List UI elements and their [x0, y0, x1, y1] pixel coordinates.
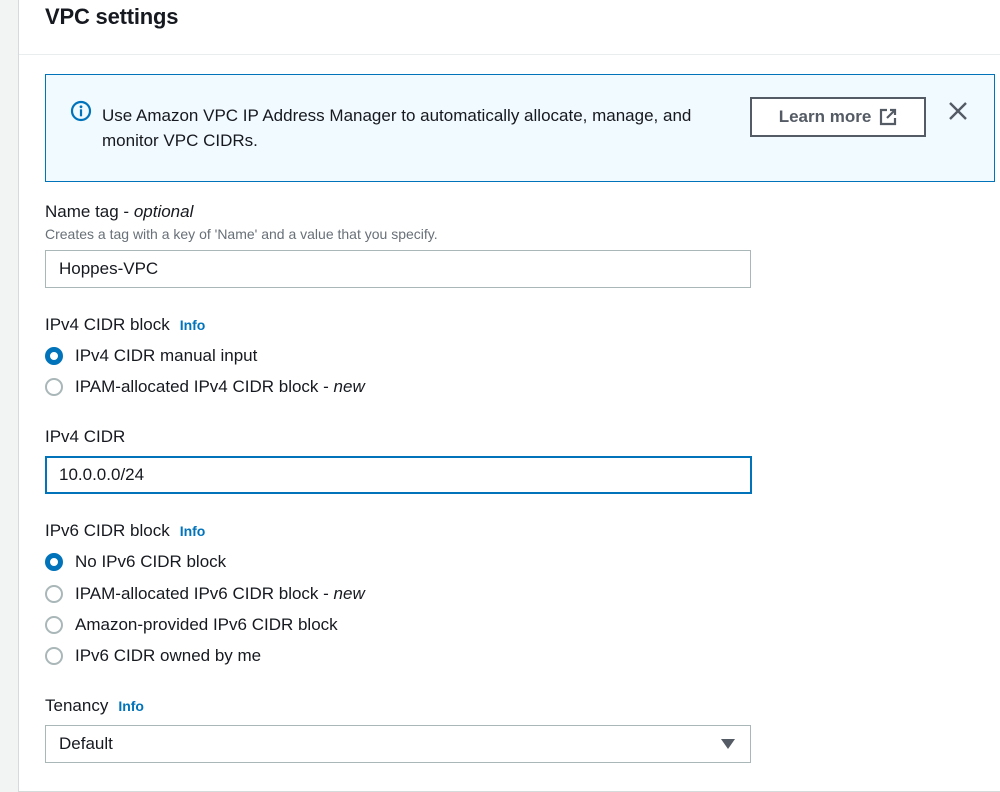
- radio-label: IPAM-allocated IPv4 CIDR block - new: [75, 377, 365, 396]
- name-tag-label: Name tag - optional: [45, 202, 193, 222]
- ipv6-block-label-text: IPv6 CIDR block: [45, 521, 170, 540]
- new-suffix: new: [333, 377, 365, 396]
- radio-label: IPv6 CIDR owned by me: [75, 646, 262, 665]
- tenancy-selected-value: Default: [59, 734, 113, 753]
- radio-label: No IPv6 CIDR block: [75, 552, 227, 571]
- alert-message: Use Amazon VPC IP Address Manager to aut…: [102, 106, 692, 150]
- radio-button-checked[interactable]: [45, 347, 63, 365]
- section-header: VPC settings: [19, 0, 1000, 55]
- radio-ipv6-ipam[interactable]: IPAM-allocated IPv6 CIDR block - new: [45, 582, 365, 606]
- tenancy-label-text: Tenancy: [45, 696, 109, 715]
- name-tag-label-text: Name tag: [45, 202, 119, 221]
- radio-label: IPAM-allocated IPv6 CIDR block - new: [75, 584, 365, 603]
- ipv6-block-label: IPv6 CIDR block Info: [45, 521, 205, 541]
- caret-down-icon: [721, 739, 735, 749]
- close-icon[interactable]: [946, 99, 970, 123]
- new-suffix: new: [333, 584, 365, 603]
- ipv4-block-info-link[interactable]: Info: [180, 317, 206, 333]
- learn-more-button[interactable]: Learn more: [750, 97, 926, 137]
- ipam-info-alert: Use Amazon VPC IP Address Manager to aut…: [45, 74, 995, 182]
- tenancy-select[interactable]: Default: [45, 725, 751, 763]
- ipv4-cidr-label: IPv4 CIDR: [45, 427, 126, 446]
- radio-ipv4-ipam[interactable]: IPAM-allocated IPv4 CIDR block - new: [45, 375, 365, 399]
- name-tag-separator: -: [118, 202, 134, 221]
- radio-button[interactable]: [45, 647, 63, 665]
- info-circle-icon: [70, 100, 92, 122]
- ipv4-cidr-input[interactable]: [45, 456, 752, 494]
- tenancy-info-link[interactable]: Info: [118, 698, 144, 714]
- radio-label: IPv4 CIDR manual input: [75, 346, 258, 365]
- radio-button-checked[interactable]: [45, 553, 63, 571]
- radio-no-ipv6[interactable]: No IPv6 CIDR block: [45, 550, 226, 574]
- radio-ipv6-amazon[interactable]: Amazon-provided IPv6 CIDR block: [45, 613, 338, 637]
- name-tag-input[interactable]: [45, 250, 751, 288]
- vpc-settings-panel: VPC settings Use Amazon VPC IP Address M…: [18, 0, 1000, 792]
- external-link-icon: [880, 108, 897, 126]
- radio-button[interactable]: [45, 378, 63, 396]
- ipv4-block-label: IPv4 CIDR block Info: [45, 315, 205, 335]
- name-tag-optional: optional: [133, 202, 194, 221]
- radio-label-text: IPAM-allocated IPv4 CIDR block: [75, 377, 319, 396]
- name-tag-description: Creates a tag with a key of 'Name' and a…: [45, 226, 438, 242]
- section-title: VPC settings: [45, 4, 179, 29]
- learn-more-label: Learn more: [778, 107, 872, 126]
- radio-button[interactable]: [45, 585, 63, 603]
- radio-ipv6-owned[interactable]: IPv6 CIDR owned by me: [45, 644, 261, 668]
- radio-button[interactable]: [45, 616, 63, 634]
- ipv6-block-info-link[interactable]: Info: [180, 523, 206, 539]
- tenancy-label: Tenancy Info: [45, 696, 144, 716]
- radio-label: Amazon-provided IPv6 CIDR block: [75, 615, 338, 634]
- radio-ipv4-manual[interactable]: IPv4 CIDR manual input: [45, 344, 257, 368]
- radio-label-text: IPAM-allocated IPv6 CIDR block: [75, 584, 319, 603]
- ipv4-block-label-text: IPv4 CIDR block: [45, 315, 170, 334]
